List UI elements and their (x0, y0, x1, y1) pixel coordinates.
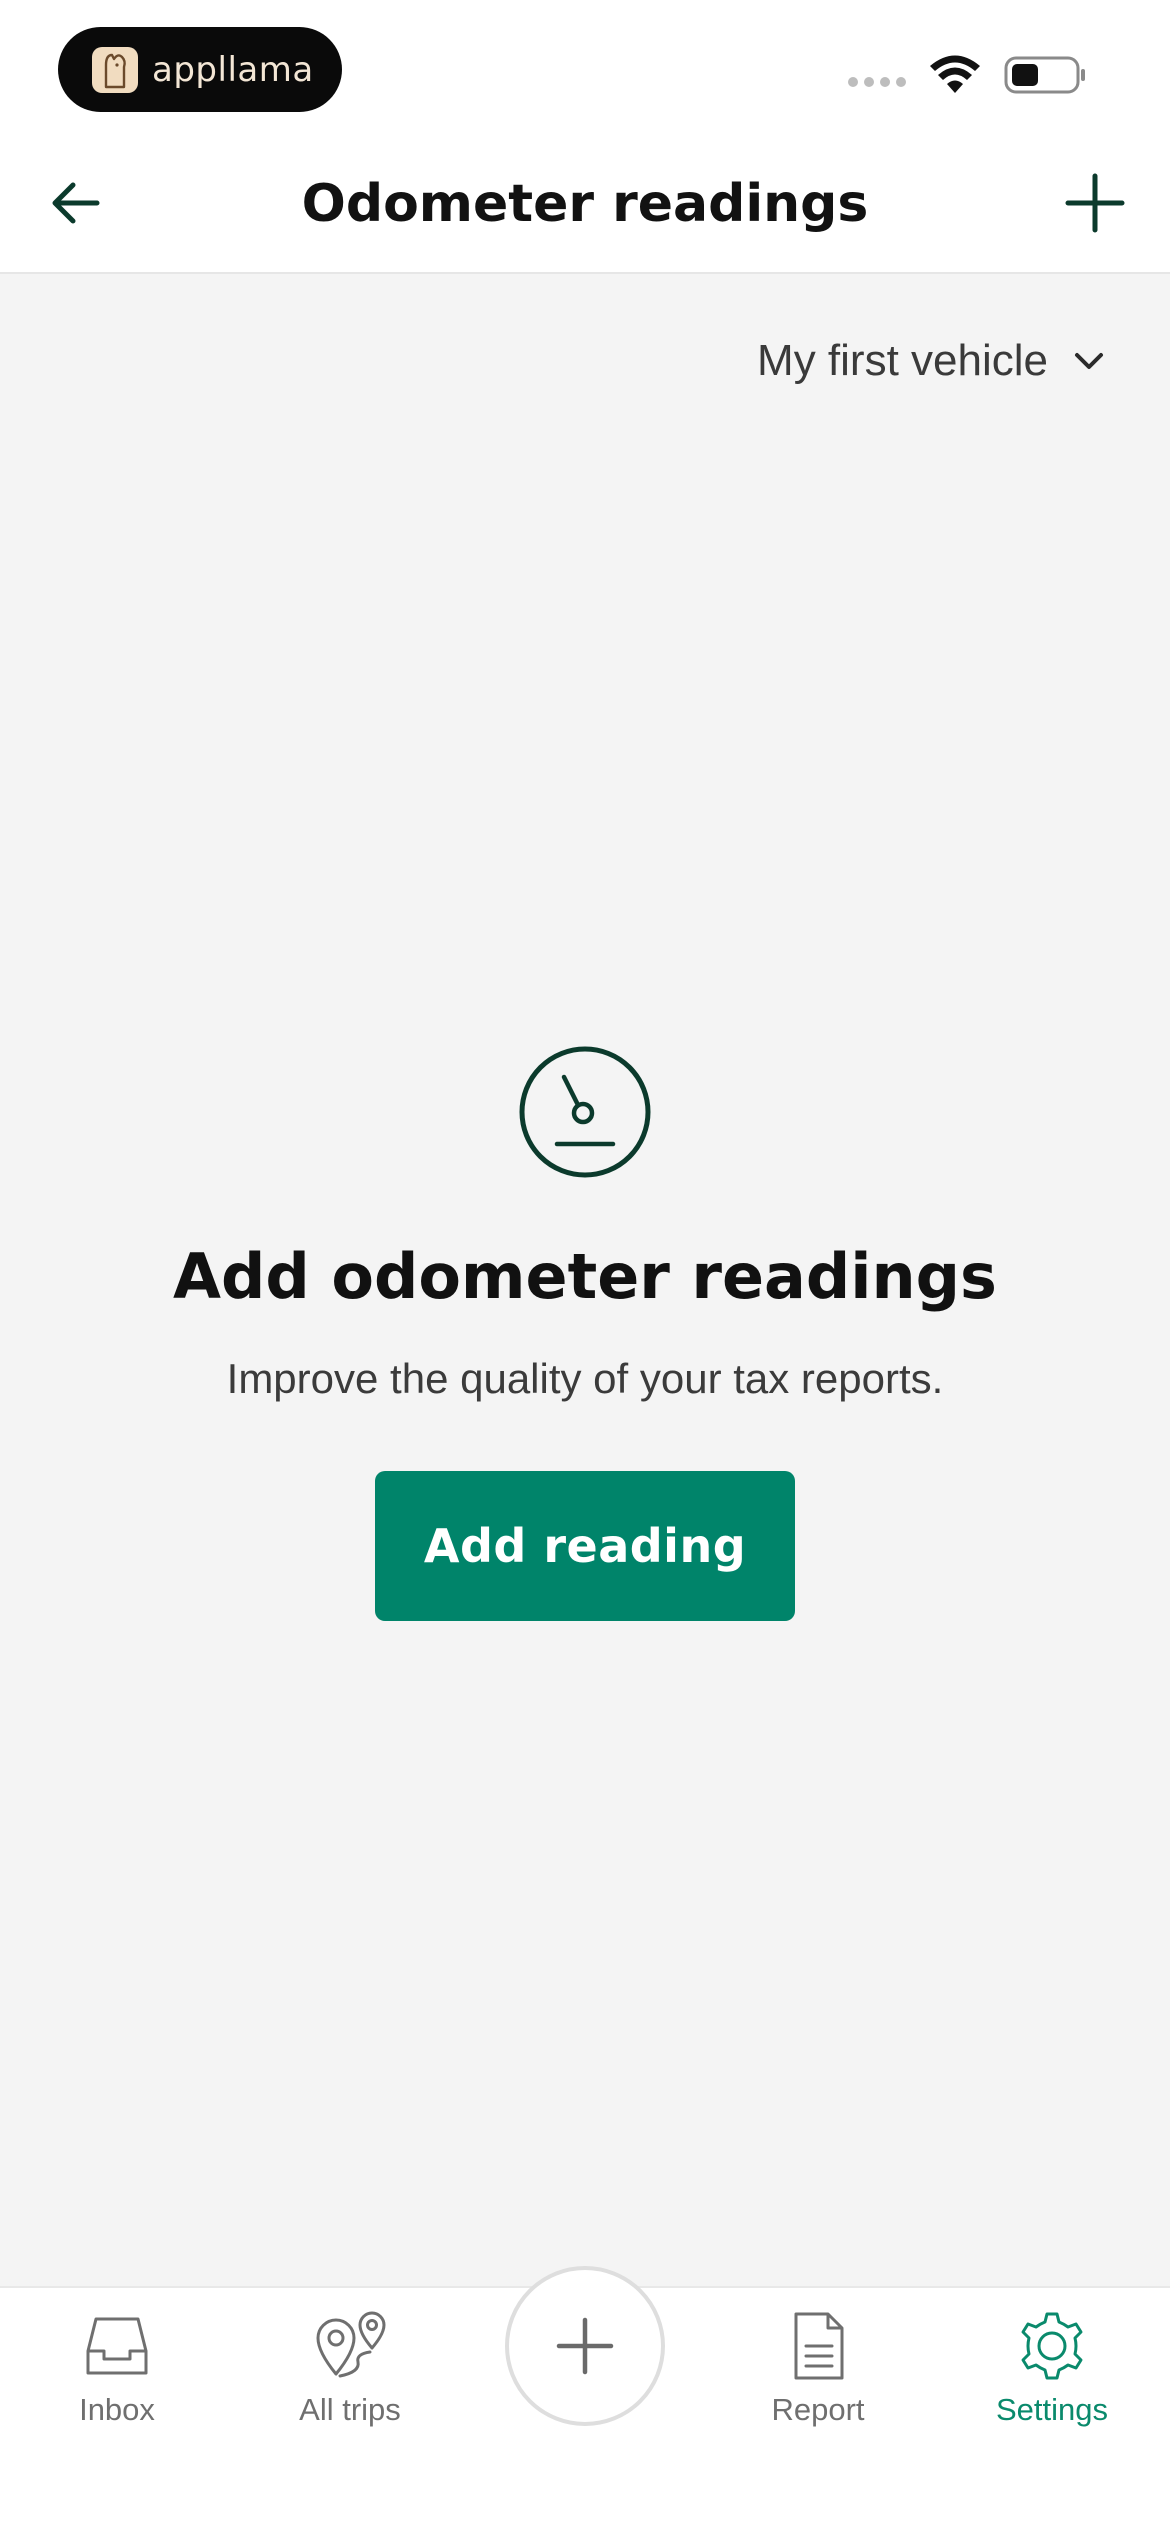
vehicle-select-dropdown[interactable]: My first vehicle (757, 336, 1104, 386)
page-title: Odometer readings (301, 174, 869, 234)
odometer-gauge-icon (519, 1046, 651, 1178)
inbox-icon (86, 2317, 148, 2375)
nav-item-inbox[interactable]: Inbox (17, 2306, 217, 2428)
cellular-signal-icon (848, 77, 906, 87)
battery-icon (1004, 56, 1085, 94)
nav-item-settings[interactable]: Settings (952, 2306, 1152, 2428)
llama-logo-icon (92, 46, 138, 93)
document-icon (794, 2312, 844, 2380)
quick-add-button[interactable] (505, 2266, 665, 2426)
empty-state: Add odometer readings Improve the qualit… (0, 1044, 1170, 1621)
add-reading-button[interactable]: Add reading (375, 1471, 795, 1621)
nav-label-settings: Settings (995, 2392, 1108, 2427)
add-reading-header-button[interactable] (1060, 168, 1130, 238)
brand-pill: appllama (58, 27, 342, 112)
map-pin-route-icon (316, 2311, 386, 2378)
brand-name: appllama (152, 49, 314, 90)
nav-label-all-trips: All trips (299, 2392, 401, 2427)
gear-icon (1021, 2312, 1083, 2380)
empty-state-subtitle: Improve the quality of your tax reports. (226, 1355, 944, 1402)
nav-label-report: Report (771, 2392, 865, 2427)
back-button[interactable] (40, 168, 110, 238)
wifi-icon (930, 55, 980, 93)
plus-icon (556, 2317, 614, 2375)
arrow-left-icon (52, 182, 100, 224)
nav-item-report[interactable]: Report (718, 2306, 918, 2428)
chevron-down-icon (1075, 353, 1103, 369)
nav-label-inbox: Inbox (79, 2392, 155, 2427)
bottom-nav: Inbox All trips Report Settings (0, 2266, 1170, 2532)
header-bar: Odometer readings (0, 136, 1170, 274)
nav-item-all-trips[interactable]: All trips (250, 2306, 450, 2428)
plus-icon (1065, 173, 1125, 233)
empty-state-title: Add odometer readings (173, 1240, 997, 1313)
vehicle-select-value: My first vehicle (757, 336, 1048, 385)
status-bar: appllama (0, 0, 1170, 136)
status-icons (848, 55, 1088, 95)
